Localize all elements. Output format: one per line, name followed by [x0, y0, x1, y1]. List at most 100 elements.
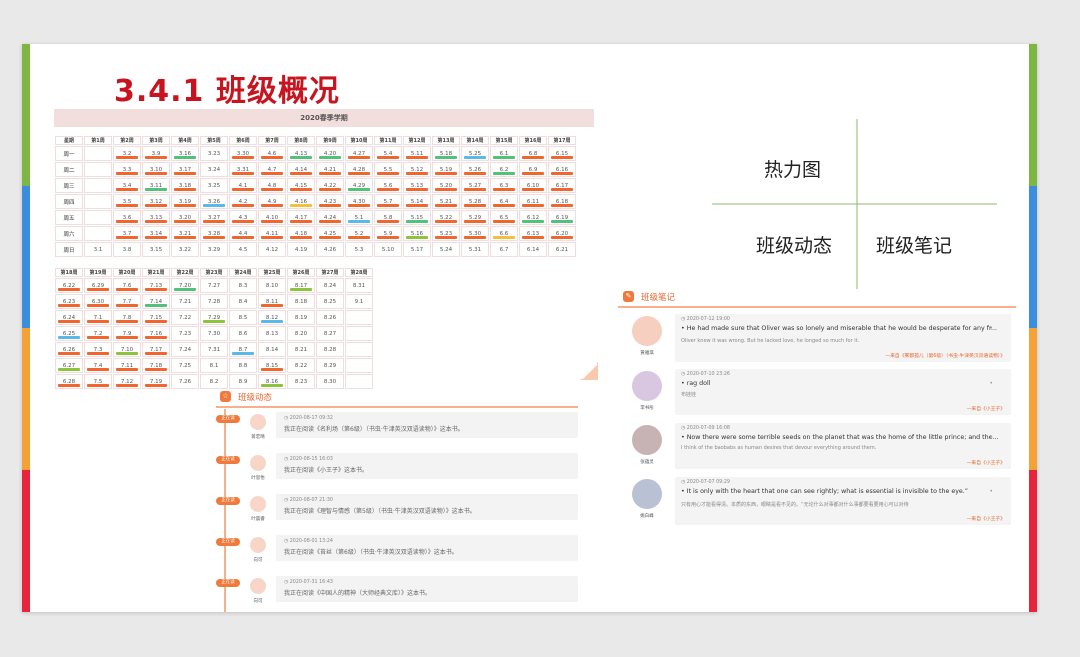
- heatmap-cell[interactable]: 6.22: [55, 278, 83, 293]
- heatmap-cell[interactable]: 3.4: [113, 178, 141, 193]
- heatmap-cell[interactable]: 4.4: [229, 226, 257, 241]
- heatmap-cell[interactable]: 3.9: [142, 146, 170, 161]
- heatmap-cell[interactable]: 3.10: [142, 162, 170, 177]
- heatmap-cell[interactable]: 6.16: [548, 162, 576, 177]
- heatmap-cell[interactable]: 7.31: [200, 342, 228, 357]
- heatmap-cell[interactable]: 4.19: [287, 242, 315, 257]
- heatmap-cell[interactable]: [84, 194, 112, 209]
- heatmap-cell[interactable]: 6.13: [519, 226, 547, 241]
- note-source[interactable]: —来自《雾都孤儿（第6级）（书虫·牛津英汉双语读物）》: [885, 352, 1005, 359]
- heatmap-cell[interactable]: 3.3: [113, 162, 141, 177]
- heatmap-cell[interactable]: [345, 326, 373, 341]
- heatmap-cell[interactable]: 6.19: [548, 210, 576, 225]
- note-item[interactable]: 张蕴灵 ◷ 2020-07-09 16:08 • Now there were so…: [618, 423, 1016, 471]
- heatmap-cell[interactable]: [345, 358, 373, 373]
- heatmap-cell[interactable]: 8.26: [316, 310, 344, 325]
- heatmap-cell[interactable]: 3.30: [229, 146, 257, 161]
- heatmap-cell[interactable]: 8.21: [287, 342, 315, 357]
- heatmap-cell[interactable]: 6.11: [519, 194, 547, 209]
- heatmap-cell[interactable]: 7.3: [84, 342, 112, 357]
- note-source[interactable]: —来自《小王子》: [967, 515, 1005, 522]
- heatmap-cell[interactable]: 6.28: [55, 374, 83, 389]
- heatmap-cell[interactable]: 3.27: [200, 210, 228, 225]
- heatmap-cell[interactable]: [345, 374, 373, 389]
- avatar[interactable]: [250, 496, 266, 512]
- heatmap-cell[interactable]: 4.28: [345, 162, 373, 177]
- heatmap-cell[interactable]: 7.7: [113, 294, 141, 309]
- heatmap-cell[interactable]: 7.17: [142, 342, 170, 357]
- heatmap-cell[interactable]: 4.15: [287, 178, 315, 193]
- dynamics-item[interactable]: 正在读 叶思怡 ◷ 2020-08-15 16:03 我正在阅读《小王子》这本书。: [216, 453, 578, 491]
- heatmap-cell[interactable]: 8.12: [258, 310, 286, 325]
- heatmap-cell[interactable]: 7.6: [113, 278, 141, 293]
- heatmap-cell[interactable]: 4.6: [258, 146, 286, 161]
- heatmap-cell[interactable]: 6.6: [490, 226, 518, 241]
- heatmap-cell[interactable]: 5.9: [374, 226, 402, 241]
- heatmap-cell[interactable]: [345, 342, 373, 357]
- note-item[interactable]: 黄雅琪 ◷ 2020-07-12 19:00 • He had made sure …: [618, 314, 1016, 364]
- heatmap-cell[interactable]: 9.1: [345, 294, 373, 309]
- heatmap-cell[interactable]: 6.18: [548, 194, 576, 209]
- heatmap-cell[interactable]: 8.25: [316, 294, 344, 309]
- heatmap-cell[interactable]: 6.2: [490, 162, 518, 177]
- heatmap-cell[interactable]: 3.26: [200, 194, 228, 209]
- heatmap-cell[interactable]: 7.2: [84, 326, 112, 341]
- heatmap-cell[interactable]: 8.16: [258, 374, 286, 389]
- heatmap-cell[interactable]: 7.4: [84, 358, 112, 373]
- avatar[interactable]: [632, 479, 662, 509]
- heatmap-cell[interactable]: 5.21: [432, 194, 460, 209]
- heatmap-cell[interactable]: 6.15: [548, 146, 576, 161]
- heatmap-cell[interactable]: 5.19: [432, 162, 460, 177]
- heatmap-cell[interactable]: 4.5: [229, 242, 257, 257]
- heatmap-cell[interactable]: 5.11: [403, 146, 431, 161]
- heatmap-cell[interactable]: 7.19: [142, 374, 170, 389]
- heatmap-cell[interactable]: 3.5: [113, 194, 141, 209]
- dynamics-item[interactable]: 正在读 蒋宏晴 ◷ 2020-08-17 09:32 我正在阅读《名利场（第6级）（书…: [216, 412, 578, 450]
- heatmap-cell[interactable]: 8.9: [229, 374, 257, 389]
- heatmap-cell[interactable]: 8.8: [229, 358, 257, 373]
- heatmap-cell[interactable]: 7.25: [171, 358, 199, 373]
- heatmap-cell[interactable]: 8.14: [258, 342, 286, 357]
- heatmap-cell[interactable]: 6.8: [519, 146, 547, 161]
- heatmap-cell[interactable]: 4.17: [287, 210, 315, 225]
- heatmap-cell[interactable]: 5.5: [374, 162, 402, 177]
- heatmap-cell[interactable]: 4.29: [345, 178, 373, 193]
- heatmap-cell[interactable]: 3.6: [113, 210, 141, 225]
- heatmap-cell[interactable]: 6.5: [490, 210, 518, 225]
- heatmap-cell[interactable]: [84, 146, 112, 161]
- heatmap-cell[interactable]: 5.13: [403, 178, 431, 193]
- heatmap-cell[interactable]: 6.27: [55, 358, 83, 373]
- heatmap-cell[interactable]: 5.6: [374, 178, 402, 193]
- heatmap-cell[interactable]: 6.25: [55, 326, 83, 341]
- heatmap-cell[interactable]: 7.27: [200, 278, 228, 293]
- heatmap-cell[interactable]: 8.13: [258, 326, 286, 341]
- heatmap-cell[interactable]: 8.2: [200, 374, 228, 389]
- avatar[interactable]: [632, 316, 662, 346]
- heatmap-cell[interactable]: 4.22: [316, 178, 344, 193]
- heatmap-cell[interactable]: 6.10: [519, 178, 547, 193]
- heatmap-cell[interactable]: 8.20: [287, 326, 315, 341]
- heatmap-cell[interactable]: 5.31: [461, 242, 489, 257]
- heatmap-cell[interactable]: 5.15: [403, 210, 431, 225]
- heatmap-cell[interactable]: 4.18: [287, 226, 315, 241]
- heatmap-cell[interactable]: 4.8: [258, 178, 286, 193]
- heatmap-cell[interactable]: 5.14: [403, 194, 431, 209]
- dynamics-item[interactable]: 正在读 向可 ◷ 2020-08-01 13:24 我正在阅读《苔丝（第6级）（书虫·…: [216, 535, 578, 573]
- heatmap-cell[interactable]: 7.28: [200, 294, 228, 309]
- heatmap-cell[interactable]: 4.24: [316, 210, 344, 225]
- heatmap-cell[interactable]: 3.20: [171, 210, 199, 225]
- heatmap-cell[interactable]: 5.3: [345, 242, 373, 257]
- heatmap-cell[interactable]: 5.8: [374, 210, 402, 225]
- heatmap-cell[interactable]: 8.11: [258, 294, 286, 309]
- heatmap-cell[interactable]: 8.24: [316, 278, 344, 293]
- heatmap-cell[interactable]: 5.10: [374, 242, 402, 257]
- heatmap-cell[interactable]: 3.16: [171, 146, 199, 161]
- heatmap-cell[interactable]: 8.18: [287, 294, 315, 309]
- heatmap-cell[interactable]: 7.5: [84, 374, 112, 389]
- heatmap-cell[interactable]: 7.18: [142, 358, 170, 373]
- heatmap-cell[interactable]: 3.2: [113, 146, 141, 161]
- heatmap-cell[interactable]: 4.12: [258, 242, 286, 257]
- heatmap-cell[interactable]: 6.24: [55, 310, 83, 325]
- heatmap-cell[interactable]: 3.31: [229, 162, 257, 177]
- heatmap-cell[interactable]: [84, 226, 112, 241]
